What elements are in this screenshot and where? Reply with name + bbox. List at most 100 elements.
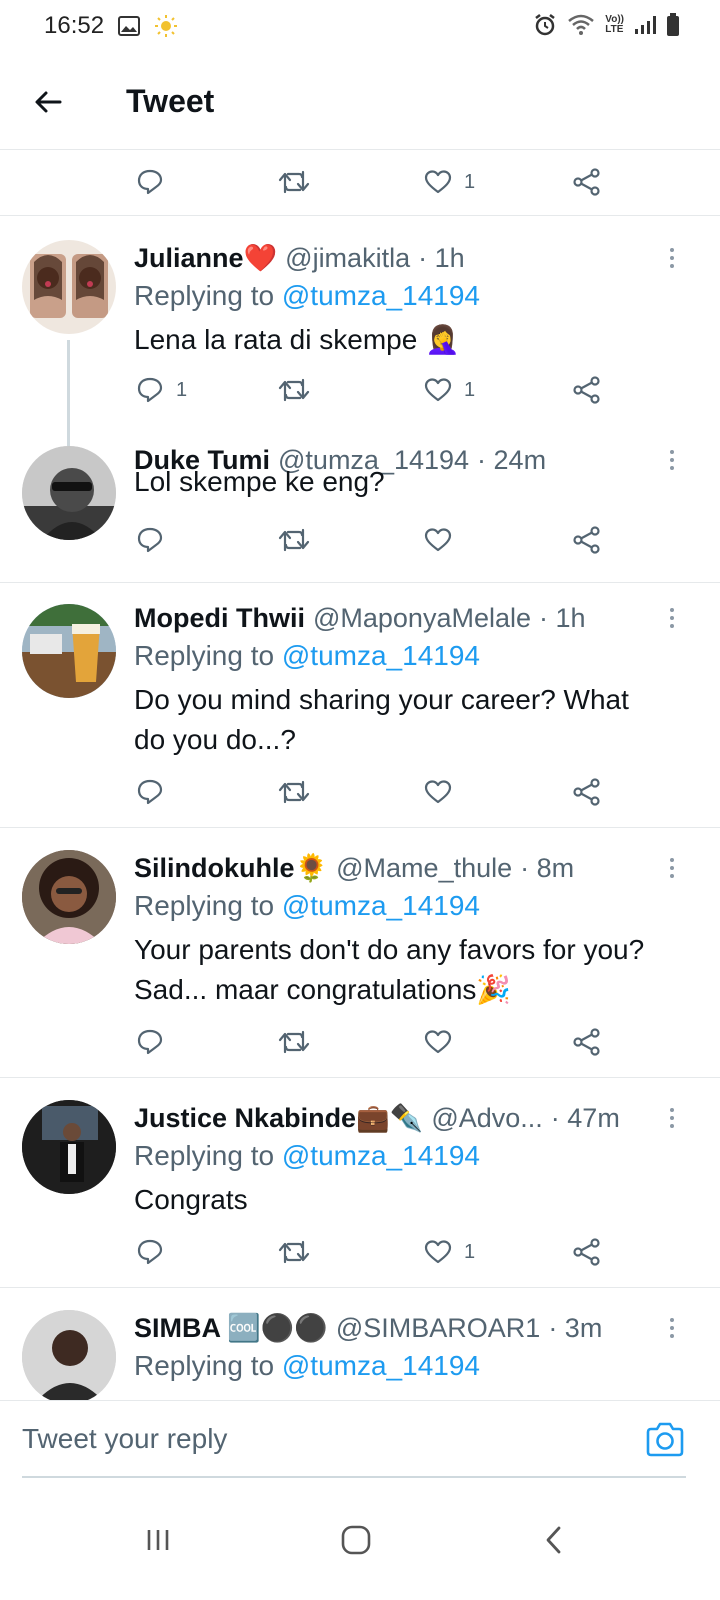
like-count: 1 <box>464 170 476 193</box>
name-emoji: 💼✒️ <box>356 1103 424 1133</box>
reply-button[interactable]: 1 <box>136 370 187 410</box>
share-button[interactable] <box>572 162 602 202</box>
tweet-header: Julianne ❤️ @jimakitla · 1h <box>134 240 465 276</box>
timestamp: · 1h <box>539 602 586 633</box>
reply-tweet[interactable]: Julianne ❤️ @jimakitla · 1h Replying to … <box>0 240 720 458</box>
handle[interactable]: @Mame_thule <box>336 853 512 884</box>
replying-to: Replying to @tumza_14194 <box>134 890 480 922</box>
share-button[interactable] <box>572 520 602 560</box>
recent-apps-button[interactable] <box>128 1510 188 1570</box>
reply-tweet[interactable]: Justice Nkabinde 💼✒️ @Advo... · 47m Repl… <box>0 1100 720 1285</box>
tweet-actions <box>0 1022 720 1062</box>
share-icon <box>573 1238 600 1266</box>
heart-icon <box>424 1030 452 1054</box>
display-name[interactable]: Justice Nkabinde <box>134 1103 356 1134</box>
share-button[interactable] <box>572 772 602 812</box>
more-options-button[interactable] <box>664 1108 680 1132</box>
reply-icon <box>137 1239 163 1265</box>
tweet-text-line: Your parents don't do any favors for you… <box>134 934 645 965</box>
page-title: Tweet <box>126 83 215 119</box>
display-name[interactable]: Mopedi Thwii <box>134 603 305 634</box>
replying-label: Replying to <box>134 640 275 671</box>
replying-handle-link[interactable]: @tumza_14194 <box>282 640 480 671</box>
handle[interactable]: @SIMBAROAR1 <box>336 1313 540 1344</box>
display-name[interactable]: SIMBA <box>134 1313 221 1344</box>
chevron-left-icon <box>546 1526 561 1554</box>
replying-label: Replying to <box>134 890 275 921</box>
tweet-text: Congrats <box>134 1184 248 1215</box>
avatar-image <box>22 1100 116 1194</box>
reply-button[interactable] <box>136 772 164 812</box>
reply-icon <box>137 779 163 805</box>
status-bar: 16:52 Vo)) LTE <box>0 0 720 56</box>
like-button[interactable]: 1 <box>424 370 475 410</box>
home-icon <box>341 1525 371 1555</box>
reply-tweet[interactable]: Mopedi Thwii @MaponyaMelale · 1h Replyin… <box>0 600 720 825</box>
reply-button[interactable] <box>136 1232 164 1272</box>
reply-tweet[interactable]: Silindokuhle 🌻 @Mame_thule · 8m Replying… <box>0 850 720 1075</box>
avatar-image <box>22 604 116 698</box>
back-nav-button[interactable] <box>524 1510 584 1570</box>
retweet-button[interactable] <box>278 520 310 560</box>
home-button[interactable] <box>326 1510 386 1570</box>
avatar[interactable] <box>22 604 116 698</box>
reply-input[interactable] <box>22 1423 622 1455</box>
replying-handle-link[interactable]: @tumza_14194 <box>282 1350 480 1381</box>
name-emoji: 🆒⚫⚫ <box>227 1313 328 1343</box>
more-options-button[interactable] <box>664 1318 680 1342</box>
like-button[interactable]: 1 <box>424 1232 475 1272</box>
share-button[interactable] <box>572 1232 602 1272</box>
retweet-button[interactable] <box>278 772 310 812</box>
replying-label: Replying to <box>134 280 275 311</box>
more-options-button[interactable] <box>664 608 680 632</box>
like-button[interactable] <box>424 520 452 560</box>
share-button[interactable] <box>572 370 602 410</box>
handle[interactable]: @jimakitla <box>285 243 410 274</box>
retweet-button[interactable] <box>278 370 310 410</box>
camera-icon <box>646 1422 684 1457</box>
retweet-icon <box>278 1030 310 1054</box>
display-name[interactable]: Julianne <box>134 243 244 274</box>
reply-button[interactable] <box>136 162 164 202</box>
like-button[interactable] <box>424 1022 452 1062</box>
display-name[interactable]: Silindokuhle <box>134 853 295 884</box>
retweet-button[interactable] <box>278 162 310 202</box>
reply-composer <box>0 1400 720 1478</box>
reply-button[interactable] <box>136 1022 164 1062</box>
retweet-icon <box>278 378 310 402</box>
avatar[interactable] <box>22 850 116 944</box>
replying-to: Replying to @tumza_14194 <box>134 1140 480 1172</box>
back-button[interactable] <box>30 84 66 120</box>
retweet-button[interactable] <box>278 1022 310 1062</box>
avatar-image <box>30 254 108 318</box>
tweet-text-line: do you do...? <box>134 724 296 755</box>
tweet-text: Lol skempe ke eng? <box>134 466 385 497</box>
like-button[interactable]: 1 <box>424 162 475 202</box>
like-button[interactable] <box>424 772 452 812</box>
replying-handle-link[interactable]: @tumza_14194 <box>282 1140 480 1171</box>
timestamp: · 3m <box>548 1312 603 1343</box>
reply-tweet[interactable]: Duke Tumi @tumza_14194 · 24m Lol skempe … <box>0 442 720 582</box>
camera-button[interactable] <box>644 1419 686 1461</box>
like-count: 1 <box>464 378 476 401</box>
divider <box>0 1077 720 1078</box>
reply-button[interactable] <box>136 520 164 560</box>
heart-icon <box>424 170 452 194</box>
arrow-left-icon <box>35 91 62 113</box>
replying-handle-link[interactable]: @tumza_14194 <box>282 890 480 921</box>
avatar[interactable] <box>22 1310 116 1404</box>
avatar[interactable] <box>22 240 116 334</box>
replies-list[interactable]: 1 Julianne ❤️ @jimakitla · 1h Replying t… <box>0 150 720 1430</box>
handle[interactable]: @MaponyaMelale <box>313 603 531 634</box>
share-button[interactable] <box>572 1022 602 1062</box>
more-options-button[interactable] <box>664 248 680 272</box>
avatar-image <box>22 850 116 944</box>
replying-handle-link[interactable]: @tumza_14194 <box>282 280 480 311</box>
tweet-text: Lena la rata di skempe 🤦‍♀️ <box>134 324 460 355</box>
volte-bottom: LTE <box>605 24 624 35</box>
divider <box>0 215 720 216</box>
handle[interactable]: @Advo... <box>431 1103 542 1134</box>
more-options-button[interactable] <box>664 858 680 882</box>
avatar[interactable] <box>22 1100 116 1194</box>
retweet-button[interactable] <box>278 1232 310 1272</box>
